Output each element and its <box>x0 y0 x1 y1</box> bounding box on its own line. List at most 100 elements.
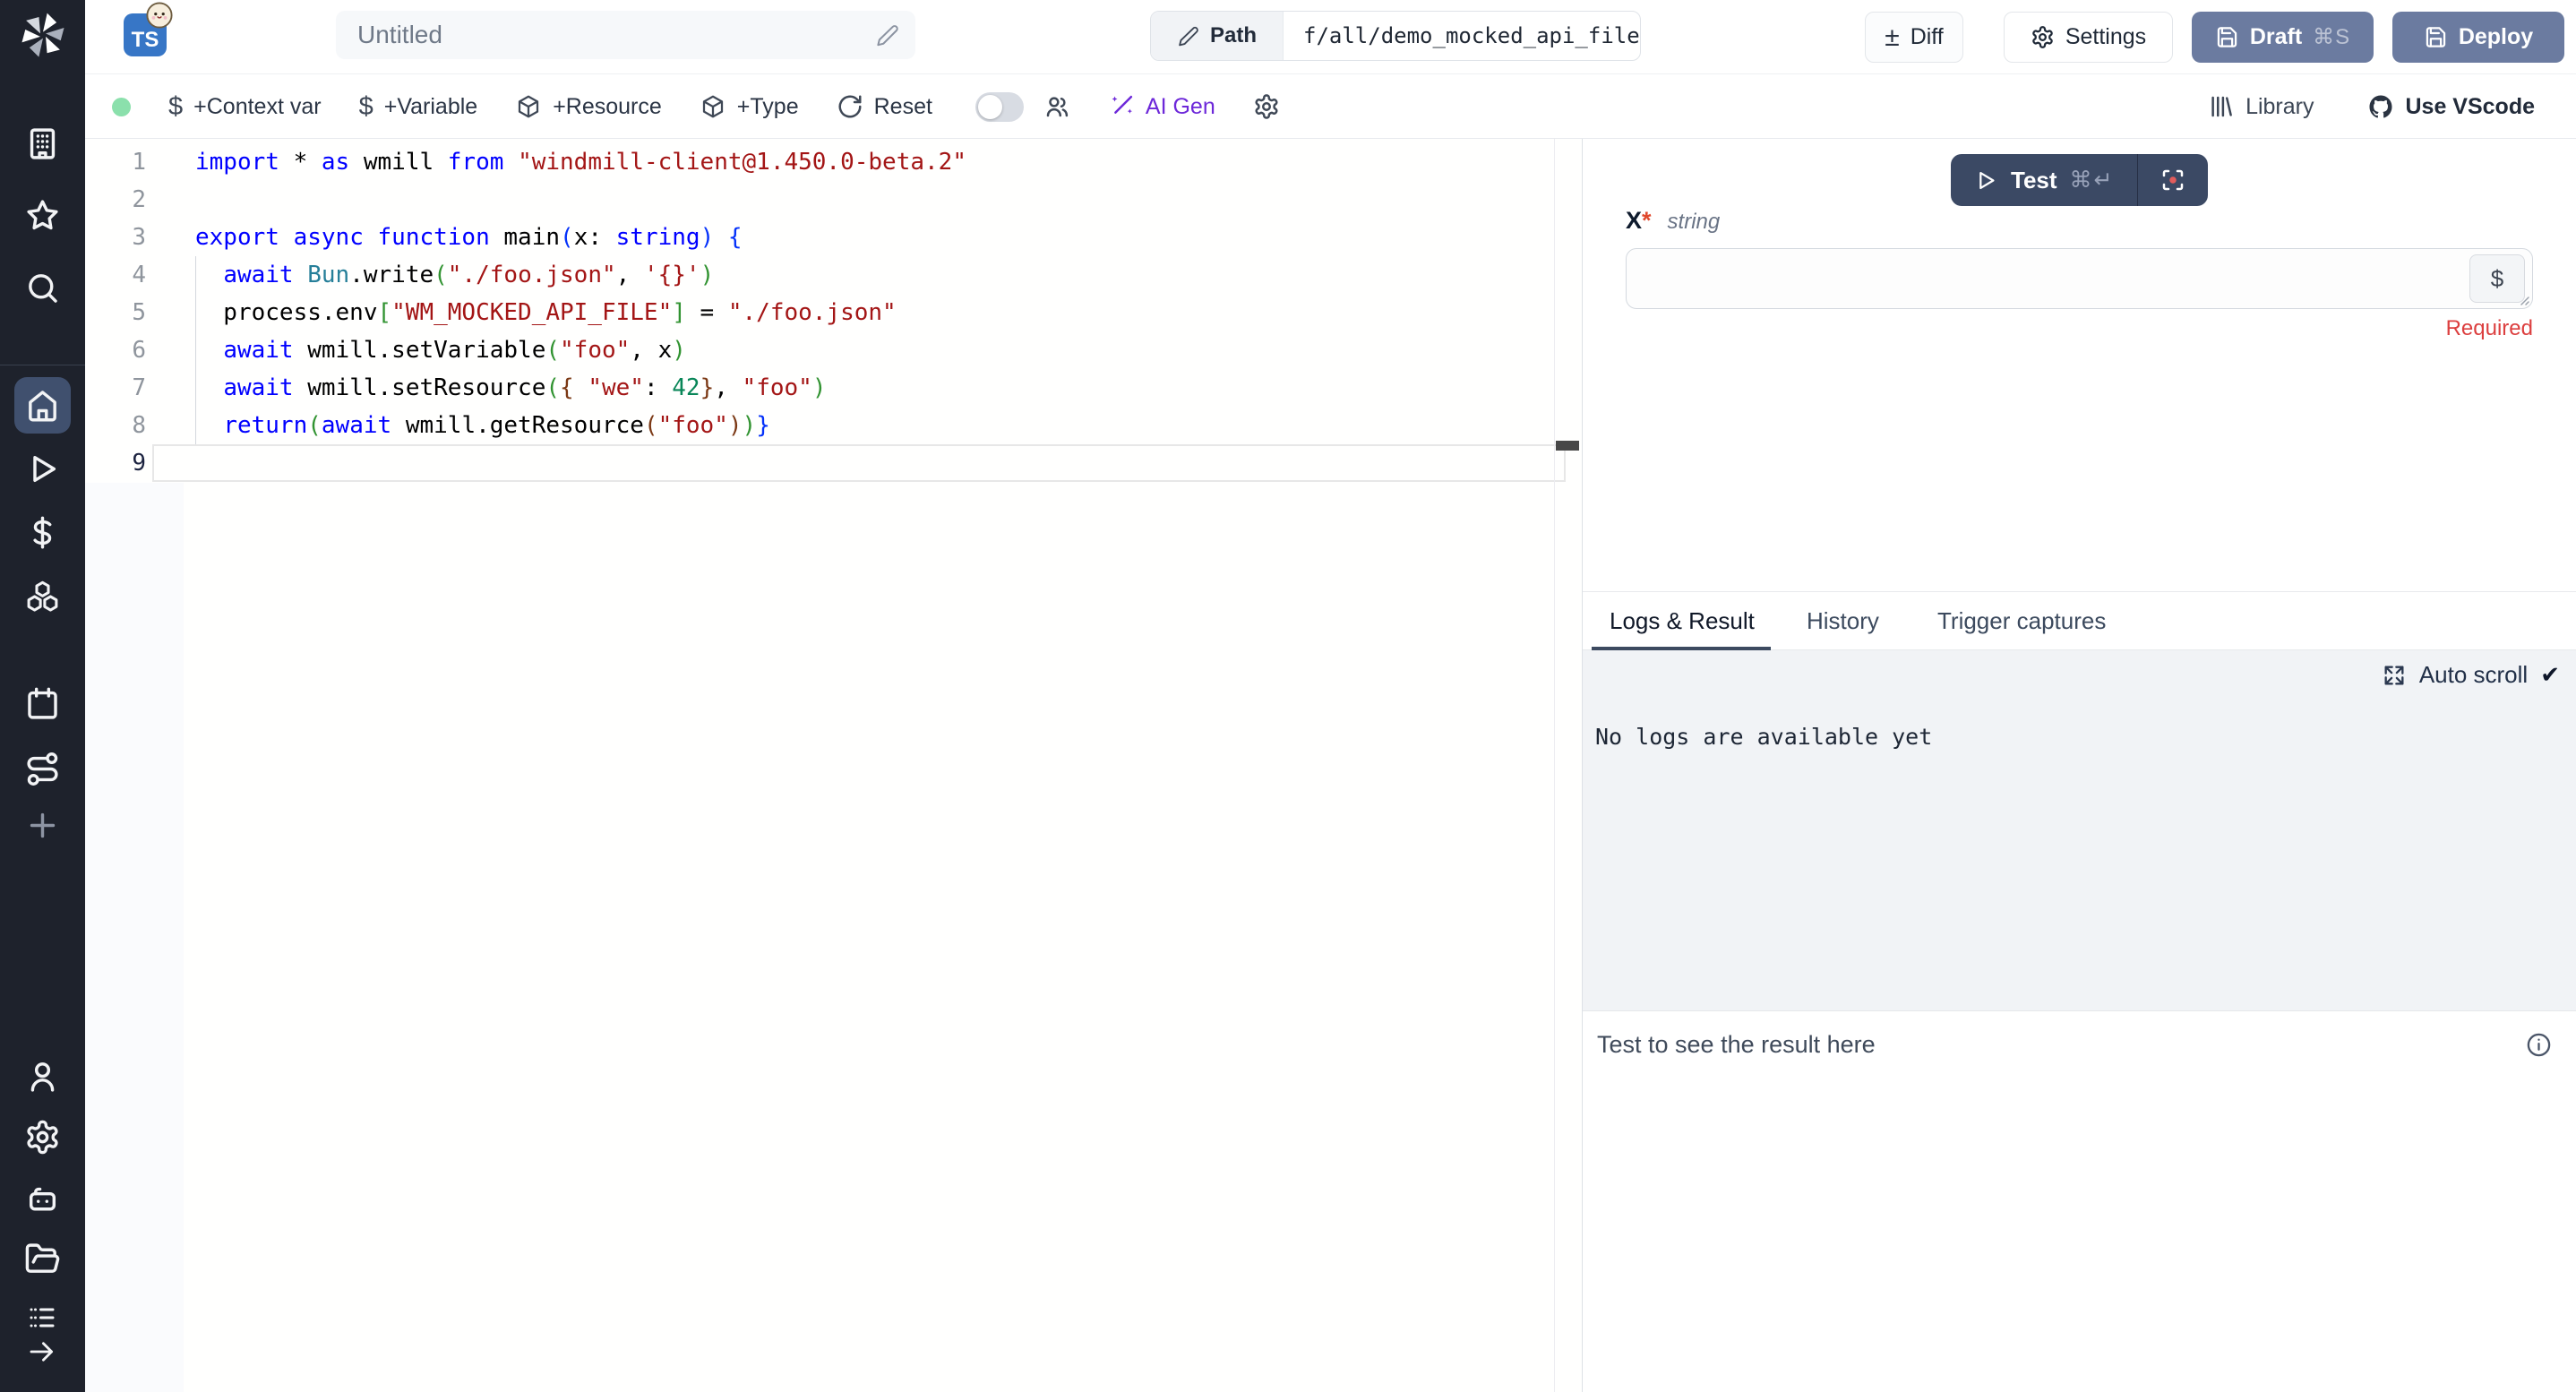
line-number: 8 <box>85 407 146 444</box>
code-line[interactable]: 8 return(await wmill.getResource("foo"))… <box>85 407 1582 444</box>
argument-type: string <box>1668 210 1721 235</box>
collab-toggle[interactable] <box>975 92 1024 122</box>
settings-button[interactable]: Settings <box>2004 12 2173 63</box>
path-label: Path <box>1210 23 1257 48</box>
user-icon[interactable] <box>24 1058 61 1095</box>
deploy-button[interactable]: Deploy <box>2392 12 2564 63</box>
folders-icon[interactable] <box>24 1241 61 1277</box>
script-title-input[interactable]: Untitled <box>336 11 915 59</box>
tab-logs-and-result[interactable]: Logs & Result <box>1610 592 1755 649</box>
result-panel: Test to see the result here <box>1583 1010 2576 1392</box>
code-editor[interactable]: 1import * as wmill from "windmill-client… <box>85 139 1582 1392</box>
settings-gear-icon[interactable] <box>24 1119 61 1156</box>
favorites-star-icon[interactable] <box>24 197 61 234</box>
reset-button[interactable]: Reset <box>837 93 932 120</box>
overview-ruler <box>1554 139 1555 1392</box>
script-title: Untitled <box>357 21 442 49</box>
add-context-var-button[interactable]: $ +Context var <box>168 94 322 120</box>
users-icon <box>1043 93 1070 120</box>
gear-icon <box>2031 25 2055 49</box>
overview-ruler-cursor-mark <box>1556 441 1579 451</box>
code-line[interactable]: 1import * as wmill from "windmill-client… <box>85 143 1582 181</box>
workers-robot-icon[interactable] <box>24 1181 61 1218</box>
magic-wand-icon <box>1108 93 1135 120</box>
capture-test-button[interactable] <box>2137 154 2208 206</box>
windmill-script-editor: TS Untitled Path f/all/demo_mocked_api_f… <box>0 0 2576 1392</box>
run-panel-tabs: Logs & Result History Trigger captures <box>1583 591 2576 650</box>
code-line[interactable]: 4 await Bun.write("./foo.json", '{}') <box>85 256 1582 294</box>
add-plus-icon[interactable] <box>24 807 61 844</box>
code-line[interactable]: 7 await wmill.setResource({ "we": 42}, "… <box>85 369 1582 407</box>
argument-input[interactable] <box>1627 249 2532 308</box>
line-number: 5 <box>85 294 146 331</box>
audit-logs-list-icon[interactable] <box>26 1302 58 1334</box>
schedules-calendar-icon[interactable] <box>24 685 61 722</box>
code-line[interactable]: 2 <box>85 181 1582 219</box>
line-number: 7 <box>85 369 146 407</box>
collaborators-icon[interactable] <box>1043 93 1070 120</box>
add-type-button[interactable]: +Type <box>700 93 799 120</box>
variables-dollar-icon[interactable] <box>24 514 61 551</box>
windmill-logo-icon[interactable] <box>18 9 68 59</box>
required-marker: * <box>1642 207 1652 234</box>
line-number: 3 <box>85 219 146 256</box>
package-icon <box>700 93 726 120</box>
expand-sidebar-arrow-icon[interactable] <box>27 1336 57 1367</box>
play-icon <box>1974 168 1998 193</box>
diff-button[interactable]: ± Diff <box>1865 12 1963 63</box>
add-resource-button[interactable]: +Resource <box>515 93 662 120</box>
code-line-content: await wmill.setResource({ "we": 42}, "fo… <box>195 369 826 407</box>
line-number: 2 <box>85 181 146 219</box>
status-dot <box>112 98 131 116</box>
ai-gen-button[interactable]: AI Gen <box>1108 93 1215 120</box>
refresh-icon <box>837 93 863 120</box>
edit-title-pencil-icon[interactable] <box>875 23 899 47</box>
dollar-icon: $ <box>168 94 183 120</box>
argument-name: X <box>1626 207 1642 234</box>
workspace-building-icon[interactable] <box>24 125 61 162</box>
use-vscode-button[interactable]: Use VScode <box>2367 93 2535 120</box>
code-line-content: await Bun.write("./foo.json", '{}') <box>195 256 714 294</box>
auto-scroll-toggle[interactable]: Auto scroll ✔ <box>2382 661 2560 689</box>
logs-empty-message: No logs are available yet <box>1595 724 1932 750</box>
insert-variable-dollar-button[interactable]: $ <box>2469 254 2525 303</box>
editor-toolbar: $ +Context var $ +Variable +Resource +Ty… <box>85 75 2576 139</box>
logs-panel: Auto scroll ✔ No logs are available yet <box>1583 650 2576 1010</box>
library-button[interactable]: Library <box>2208 93 2314 120</box>
editor-settings-gear-icon[interactable] <box>1253 93 1280 120</box>
line-number: 9 <box>85 444 146 482</box>
line-number: 4 <box>85 256 146 294</box>
code-line[interactable]: 9 <box>85 444 1582 482</box>
save-icon <box>2424 25 2448 49</box>
required-label: Required <box>2446 316 2533 341</box>
scan-capture-icon <box>2160 167 2186 193</box>
code-line[interactable]: 3export async function main(x: string) { <box>85 219 1582 256</box>
plus-minus-icon: ± <box>1885 24 1899 51</box>
tab-trigger-captures[interactable]: Trigger captures <box>1937 592 2106 649</box>
add-variable-button[interactable]: $ +Variable <box>359 94 478 120</box>
indent-guide <box>195 256 196 444</box>
home-icon[interactable] <box>24 387 61 424</box>
triggers-route-icon[interactable] <box>24 751 61 787</box>
tab-history[interactable]: History <box>1807 592 1879 649</box>
library-icon <box>2208 93 2235 120</box>
code-line-content: import * as wmill from "windmill-client@… <box>195 143 966 181</box>
dollar-icon: $ <box>359 94 374 120</box>
resize-handle[interactable] <box>2518 294 2530 306</box>
runs-play-icon[interactable] <box>24 451 61 487</box>
test-button[interactable]: Test ⌘↵ <box>1951 154 2137 206</box>
draft-button[interactable]: Draft ⌘S <box>2192 12 2374 63</box>
line-number: 6 <box>85 331 146 369</box>
search-icon[interactable] <box>24 270 61 306</box>
sidebar <box>0 0 85 1392</box>
gutter-background <box>85 483 184 1392</box>
code-lines: 1import * as wmill from "windmill-client… <box>85 143 1582 482</box>
expand-icon <box>2382 663 2407 688</box>
code-line[interactable]: 6 await wmill.setVariable("foo", x) <box>85 331 1582 369</box>
info-icon[interactable] <box>2525 1031 2553 1059</box>
code-line[interactable]: 5 process.env["WM_MOCKED_API_FILE"] = ".… <box>85 294 1582 331</box>
resources-cubes-icon[interactable] <box>24 579 61 615</box>
github-icon <box>2367 93 2394 120</box>
path-chip[interactable]: Path f/all/demo_mocked_api_file <box>1150 11 1641 61</box>
gear-icon <box>1253 93 1280 120</box>
